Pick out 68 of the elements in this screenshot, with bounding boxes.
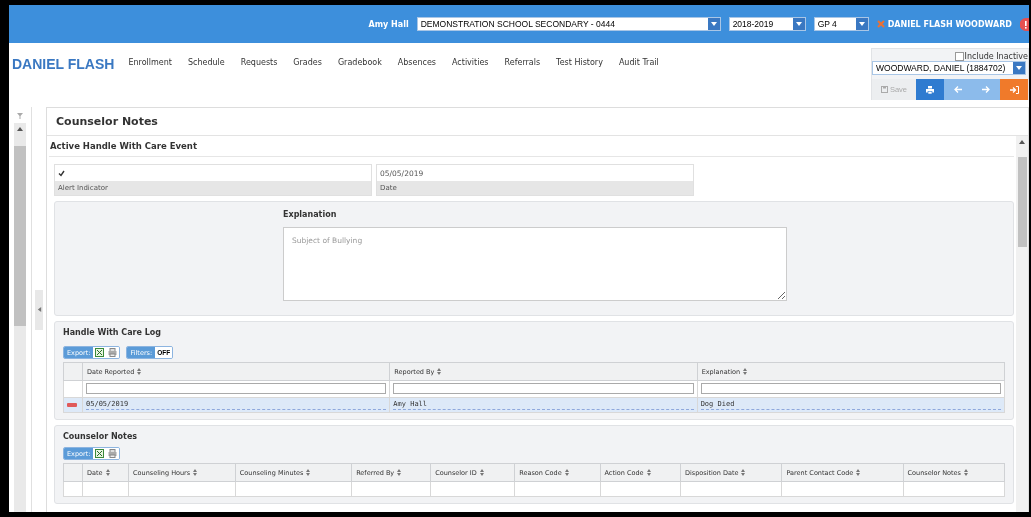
checkbox[interactable]: [58, 169, 65, 177]
printer-icon: [926, 85, 934, 94]
nav-link[interactable]: Requests: [240, 58, 278, 67]
section-title: Active Handle With Care Event: [49, 136, 1014, 157]
nav-link[interactable]: Absences: [397, 58, 436, 67]
filter-field[interactable]: [700, 383, 1001, 394]
panel-title: Counselor Notes: [63, 432, 139, 441]
forward-button[interactable]: [972, 79, 1000, 100]
school-select[interactable]: DEMONSTRATION SCHOOL SECONDARY - 0444: [416, 17, 721, 31]
sort-icon: [856, 469, 861, 477]
spreadsheet-icon: [95, 449, 105, 458]
sort-icon: [437, 368, 442, 376]
back-button[interactable]: [944, 79, 972, 100]
sign-out-icon: [1009, 85, 1019, 94]
field-label: Explanation: [283, 210, 338, 219]
exit-button[interactable]: [1000, 79, 1028, 100]
print-button[interactable]: [916, 79, 944, 100]
nav-link[interactable]: Grades: [293, 58, 322, 67]
student-select[interactable]: WOODWARD, DANIEL (1884702): [872, 61, 1026, 75]
nav-link[interactable]: Activities: [452, 58, 489, 67]
caret-icon: [858, 21, 865, 27]
caret-icon: [710, 21, 717, 27]
sort-icon: [193, 469, 198, 477]
nav-link[interactable]: Test History: [556, 58, 603, 67]
up-arrow-icon: [17, 126, 23, 132]
scrollbar-thumb[interactable]: [1017, 157, 1027, 247]
year-select[interactable]: 2018-2019: [728, 17, 806, 31]
sort-icon: [479, 469, 484, 477]
filter-field[interactable]: [393, 383, 694, 394]
nav-link[interactable]: Gradebook: [337, 58, 382, 67]
nav-link[interactable]: Audit Trail: [618, 58, 659, 67]
sort-icon: [743, 368, 748, 376]
filter-field[interactable]: [86, 383, 387, 394]
panel-title: Handle With Care Log: [63, 328, 163, 337]
user-name: Amy Hall: [368, 19, 409, 29]
alert-icon: [1020, 17, 1029, 31]
filter-icon: [17, 113, 23, 119]
sort-icon: [963, 469, 968, 477]
collapse-handle[interactable]: [35, 289, 43, 330]
close-icon: [876, 20, 885, 28]
up-arrow-icon: [1019, 139, 1025, 145]
check-icon: [58, 169, 65, 177]
sort-icon: [137, 368, 142, 376]
page-title: Counselor Notes: [47, 108, 1028, 136]
sort-icon: [105, 469, 110, 477]
student-title: DANIEL FLASH: [12, 56, 115, 72]
right-arrow-icon: [982, 86, 990, 93]
printer-icon: [108, 348, 118, 357]
scrollbar-thumb[interactable]: [14, 146, 26, 326]
sort-icon: [646, 469, 651, 477]
remove-icon[interactable]: [67, 403, 77, 407]
sort-icon: [741, 469, 746, 477]
nav-link[interactable]: Schedule: [187, 58, 225, 67]
printer-icon: [108, 449, 118, 458]
scrollbar[interactable]: [1016, 136, 1028, 512]
sort-icon: [306, 469, 311, 477]
sort-icon: [564, 469, 569, 477]
left-arrow-icon: [36, 307, 42, 312]
nav-link[interactable]: Enrollment: [128, 58, 172, 67]
spreadsheet-icon: [95, 348, 105, 357]
caret-icon: [795, 21, 802, 27]
left-arrow-icon: [954, 86, 962, 93]
nav-link[interactable]: Referrals: [504, 58, 541, 67]
sort-icon: [397, 469, 402, 477]
period-select[interactable]: GP 4: [813, 17, 869, 31]
caret-icon: [1016, 65, 1022, 71]
floppy-icon: [880, 86, 888, 93]
scrollbar[interactable]: [14, 123, 26, 512]
